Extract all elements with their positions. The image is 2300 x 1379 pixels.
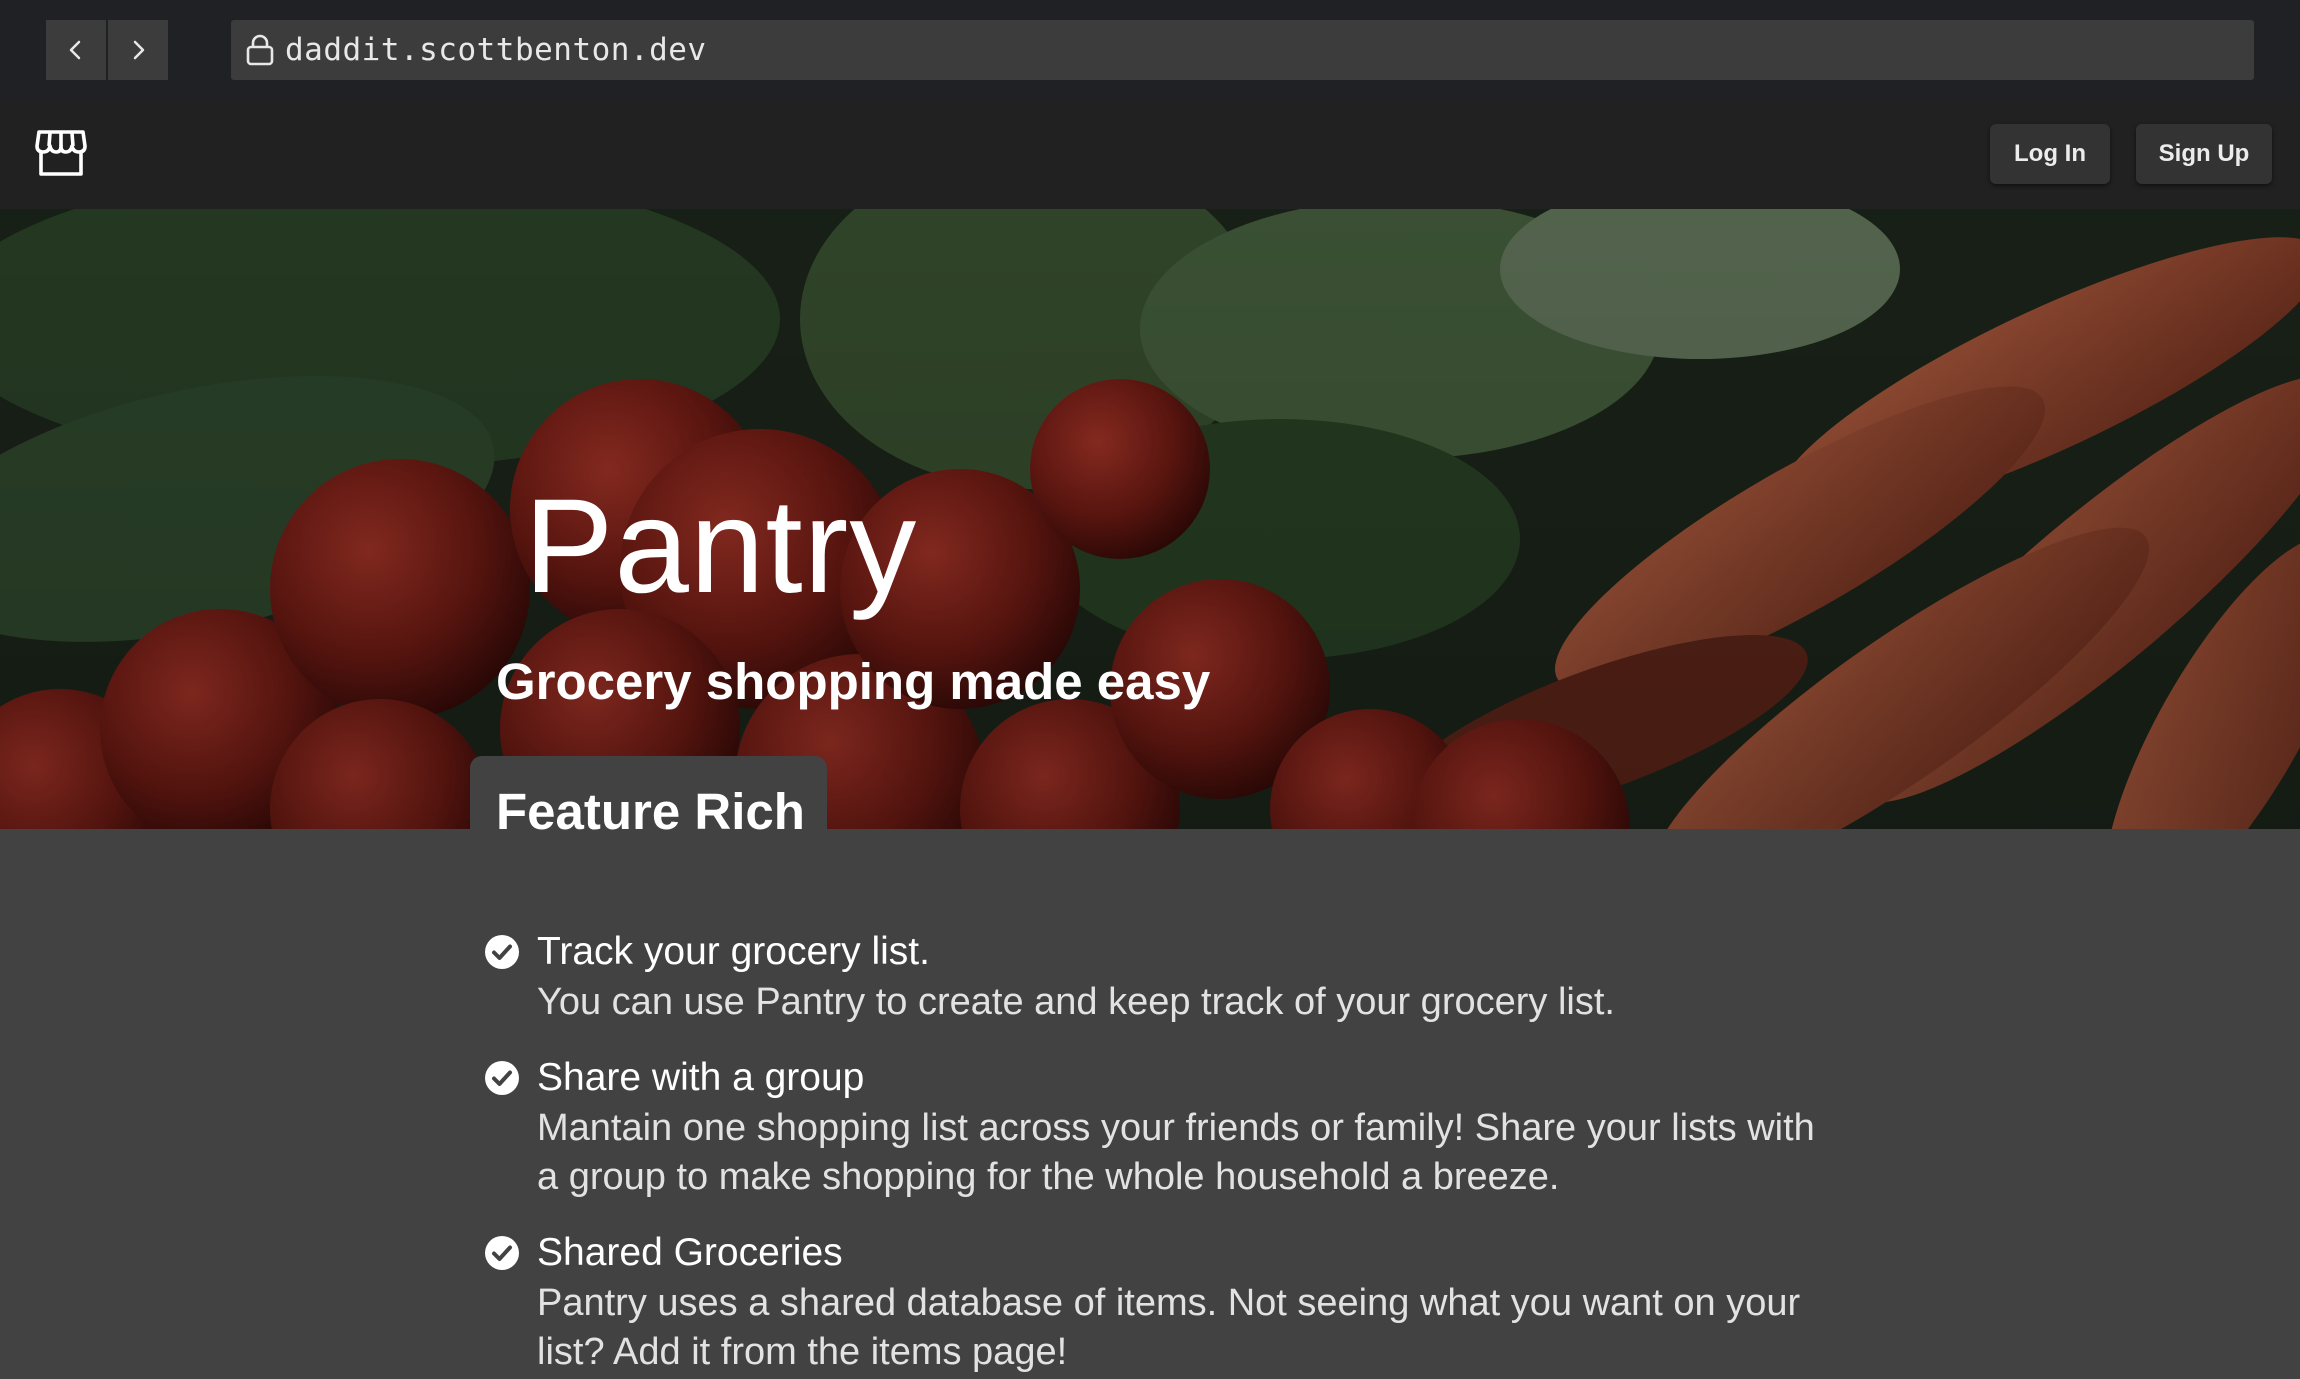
feature-title: Share with a group [537, 1056, 865, 1099]
feature-description: You can use Pantry to create and keep tr… [537, 981, 1615, 1023]
feature-description: Pantry uses a shared database of items. … [537, 1282, 1801, 1373]
login-button[interactable]: Log In [1990, 124, 2110, 184]
check-circle-icon [485, 1236, 519, 1270]
chevron-left-icon [69, 40, 81, 60]
forward-button[interactable] [108, 20, 168, 80]
section-title: Feature Rich [496, 783, 805, 840]
storefront-icon[interactable] [34, 128, 88, 178]
feature-title: Track your grocery list. [537, 930, 930, 973]
signup-button[interactable]: Sign Up [2136, 124, 2272, 184]
hero-subtitle: Grocery shopping made easy [496, 653, 1211, 710]
address-bar[interactable]: daddit.scottbenton.dev [231, 20, 2254, 80]
check-circle-icon [485, 1061, 519, 1095]
feature-title: Shared Groceries [537, 1231, 843, 1274]
url-text: daddit.scottbenton.dev [285, 32, 707, 68]
app-header [0, 99, 2300, 209]
chevron-right-icon [133, 40, 145, 60]
vegetables-background-image [0, 209, 2300, 829]
feature-description: Mantain one shopping list across your fr… [537, 1107, 1815, 1198]
lock-icon [246, 34, 274, 66]
back-button[interactable] [46, 20, 106, 80]
check-circle-icon [485, 935, 519, 969]
hero-title: Pantry [524, 472, 918, 621]
hero-banner [0, 209, 2300, 829]
